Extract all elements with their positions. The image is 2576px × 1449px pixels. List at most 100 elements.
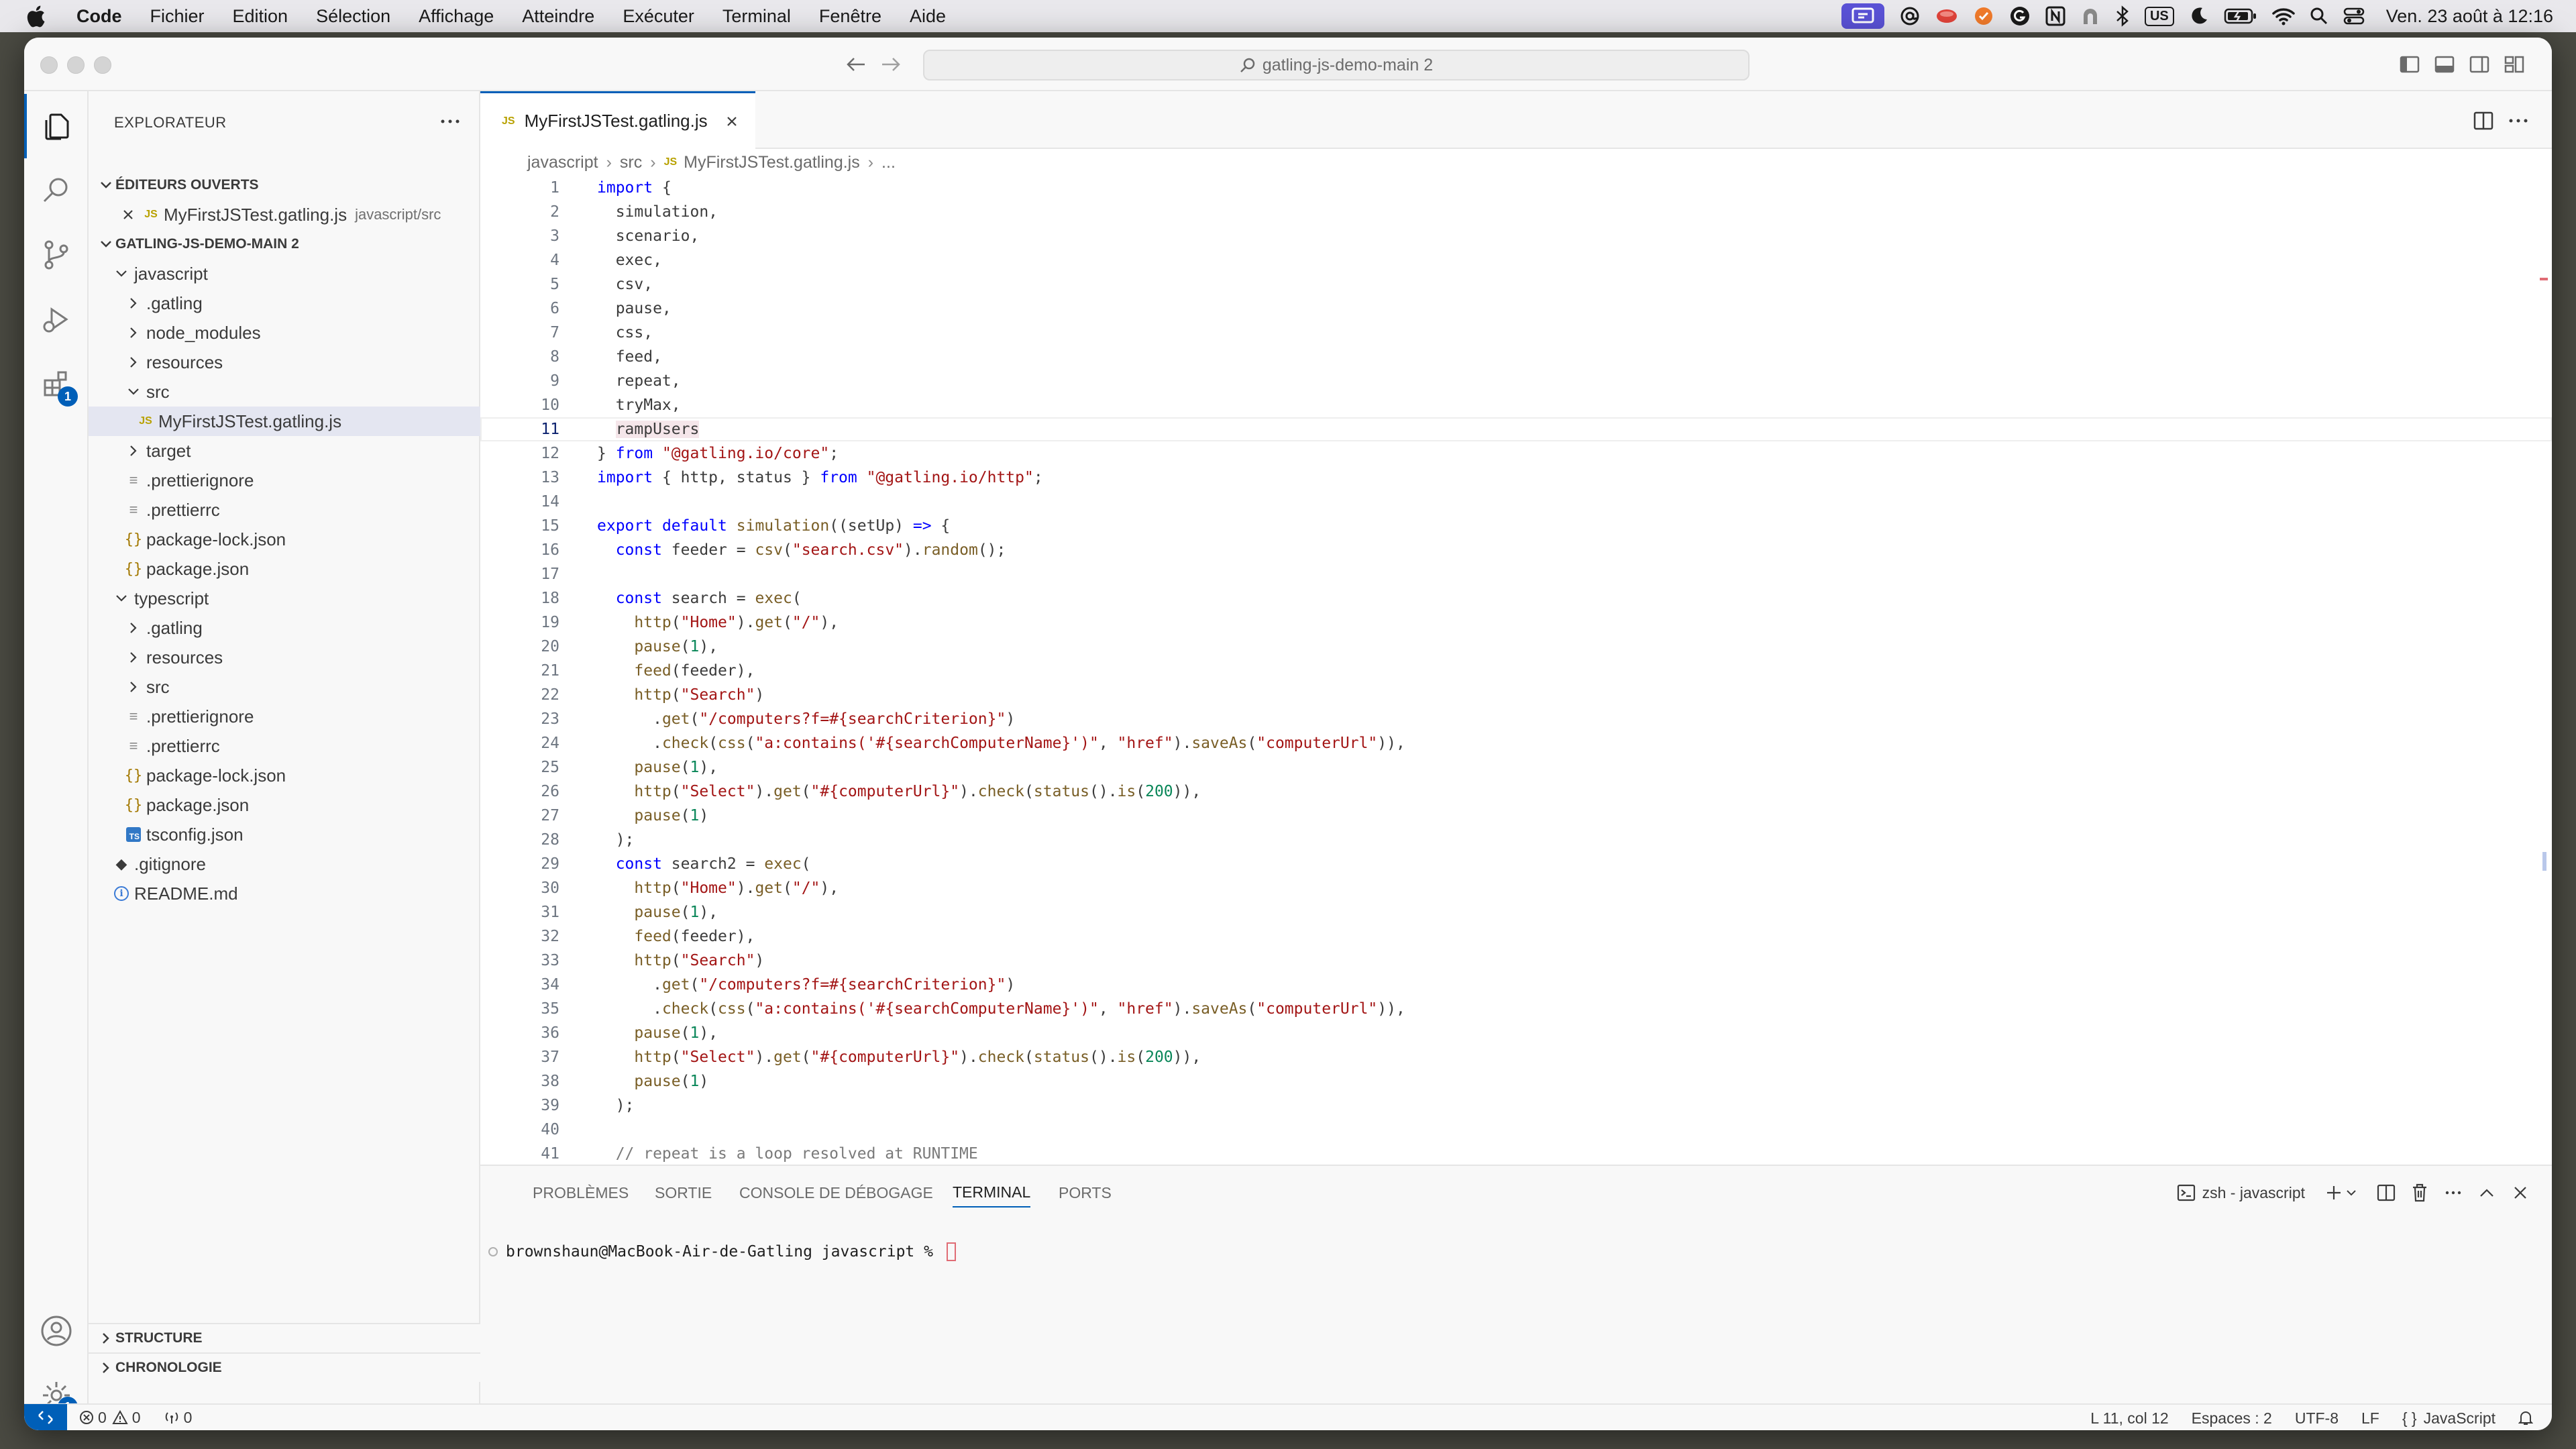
tree-item[interactable]: ≡ .prettierrc [89,495,480,525]
terminal-prompt-line[interactable]: brownshaun@MacBook-Air-de-Gatling javasc… [488,1242,956,1261]
back-arrow-icon[interactable] [844,52,868,76]
breadcrumb-item[interactable]: javascript [527,153,598,172]
minimize-window-button[interactable] [67,56,85,74]
menu-edition[interactable]: Edition [233,6,288,27]
code-line[interactable]: 24 .check(css("a:contains('#{searchCompu… [480,731,2552,755]
tree-item[interactable]: {} package.json [89,554,480,584]
code-line[interactable]: 11 rampUsers [480,417,2552,441]
tree-item[interactable]: target [89,436,480,466]
tree-item[interactable]: .gatling [89,613,480,643]
menu-affichage[interactable]: Affichage [419,6,494,27]
code-line[interactable]: 35 .check(css("a:contains('#{searchCompu… [480,997,2552,1021]
tree-item[interactable]: ≡ .prettierignore [89,702,480,731]
tab-ports[interactable]: PORTS [1059,1178,1112,1208]
grammarly-icon[interactable] [2009,0,2031,32]
menu-terminal[interactable]: Terminal [722,6,791,27]
customize-layout-icon[interactable] [2497,52,2532,76]
arch-icon[interactable] [2080,0,2100,32]
code-line[interactable]: 13 import { http, status } from "@gatling… [480,466,2552,490]
ports-status[interactable]: 0 [164,1409,192,1427]
open-editor-item[interactable]: JS MyFirstJSTest.gatling.js javascript/s… [89,200,480,229]
tree-item[interactable]: typescript [89,584,480,613]
cursor-position[interactable]: L 11, col 12 [2090,1409,2168,1428]
tree-item[interactable]: src [89,377,480,407]
code-line[interactable]: 27 pause(1) [480,804,2552,828]
notion-icon[interactable] [2045,0,2065,32]
code-line[interactable]: 14 [480,490,2552,514]
code-line[interactable]: 41 // repeat is a loop resolved at RUNTI… [480,1142,2552,1165]
more-actions-icon[interactable] [2436,1179,2470,1206]
problems-status[interactable]: 0 0 [79,1409,141,1427]
search-icon[interactable] [24,158,89,223]
code-line[interactable]: 18 const search = exec( [480,586,2552,610]
apple-icon[interactable] [25,5,59,28]
keyboard-layout-badge[interactable]: US [2144,0,2174,32]
account-icon[interactable] [24,1299,89,1363]
menubar-clock[interactable]: Ven. 23 août à 12:16 [2386,6,2553,27]
code-line[interactable]: 16 const feeder = csv("search.csv").rand… [480,538,2552,562]
indentation-status[interactable]: Espaces : 2 [2192,1409,2272,1428]
command-center-search[interactable]: gatling-js-demo-main 2 [923,50,1750,80]
code-line[interactable]: 4 exec, [480,248,2552,272]
trash-icon[interactable] [2403,1179,2436,1206]
code-line[interactable]: 36 pause(1), [480,1021,2552,1045]
screen-share-icon[interactable] [1841,3,1884,29]
breadcrumb-item[interactable]: src [620,153,642,172]
moon-icon[interactable] [2189,0,2209,32]
tab-terminal[interactable]: TERMINAL [953,1178,1031,1208]
code-line[interactable]: 5 csv, [480,272,2552,297]
code-line[interactable]: 37 http("Select").get("#{computerUrl}").… [480,1045,2552,1069]
code-line[interactable]: 34 .get("/computers?f=#{searchCriterion}… [480,973,2552,997]
more-actions-icon[interactable] [2501,107,2536,134]
code-line[interactable]: 17 [480,562,2552,586]
tree-item[interactable]: TS tsconfig.json [89,820,480,849]
tree-item[interactable]: {} package-lock.json [89,761,480,790]
close-panel-icon[interactable] [2504,1179,2537,1206]
wifi-icon[interactable] [2272,0,2295,32]
outline-section-header[interactable]: STRUCTURE [89,1323,480,1352]
code-line[interactable]: 31 pause(1), [480,900,2552,924]
code-line[interactable]: 32 feed(feeder), [480,924,2552,949]
menu-fenetre[interactable]: Fenêtre [819,6,881,27]
tab-output[interactable]: SORTIE [655,1178,712,1208]
record-app-icon[interactable] [1935,0,1958,32]
eol-status[interactable]: LF [2361,1409,2379,1428]
code-line[interactable]: 23 .get("/computers?f=#{searchCriterion}… [480,707,2552,731]
remote-indicator-icon[interactable] [24,1404,67,1430]
run-debug-icon[interactable] [24,287,89,352]
code-line[interactable]: 1 import { [480,176,2552,200]
tree-item[interactable]: JS MyFirstJSTest.gatling.js [89,407,480,436]
code-line[interactable]: 22 http("Search") [480,683,2552,707]
code-line[interactable]: 21 feed(feeder), [480,659,2552,683]
orange-app-icon[interactable] [1973,0,1994,32]
bluetooth-icon[interactable] [2115,0,2130,32]
control-center-icon[interactable] [2343,0,2365,32]
code-editor[interactable]: 1 import {2 simulation, 3 scenario, 4 exec,… [480,176,2552,1165]
language-mode[interactable]: { } JavaScript [2402,1409,2496,1428]
split-editor-icon[interactable] [2466,107,2501,134]
timeline-section-header[interactable]: CHRONOLOGIE [89,1352,480,1382]
spotlight-search-icon[interactable] [2310,0,2328,32]
breadcrumb-item[interactable]: MyFirstJSTest.gatling.js [684,153,860,172]
tree-item[interactable]: resources [89,347,480,377]
code-line[interactable]: 20 pause(1), [480,635,2552,659]
maximize-panel-chevron-up-icon[interactable] [2470,1179,2504,1206]
tree-item[interactable]: {} package.json [89,790,480,820]
split-terminal-icon[interactable] [2369,1179,2403,1206]
tree-item[interactable]: ≡ .prettierrc [89,731,480,761]
forward-arrow-icon[interactable] [879,52,903,76]
code-line[interactable]: 25 pause(1), [480,755,2552,780]
battery-icon[interactable] [2224,0,2257,32]
open-editors-header[interactable]: ÉDITEURS OUVERTS [89,170,480,200]
tab-debug-console[interactable]: CONSOLE DE DÉBOGAGE [739,1178,933,1208]
zoom-window-button[interactable] [94,56,111,74]
menu-fichier[interactable]: Fichier [150,6,205,27]
menu-app-name[interactable]: Code [76,6,122,27]
explorer-icon[interactable] [24,94,89,158]
editor-tab-active[interactable]: JS MyFirstJSTest.gatling.js [480,91,755,149]
tree-item[interactable]: src [89,672,480,702]
menu-atteindre[interactable]: Atteindre [522,6,594,27]
scrollbar-thumb[interactable] [2542,852,2546,871]
close-window-button[interactable] [40,56,58,74]
code-line[interactable]: 19 http("Home").get("/"), [480,610,2552,635]
